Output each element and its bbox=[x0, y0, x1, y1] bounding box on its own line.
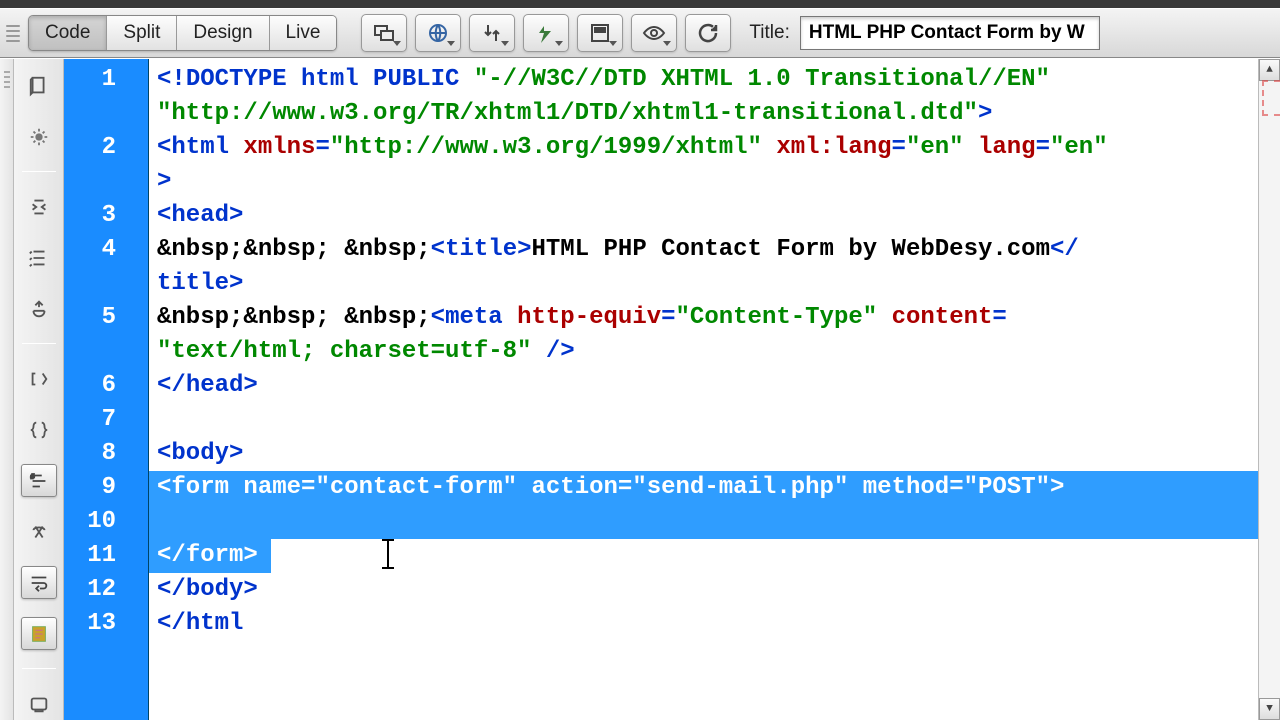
line-number: 8 bbox=[64, 437, 148, 471]
line-number: 5 bbox=[64, 301, 148, 369]
syntax-error-alerts-icon[interactable] bbox=[21, 515, 57, 548]
window-titlebar bbox=[0, 0, 1280, 8]
code-line[interactable]: &nbsp;&nbsp; &nbsp;<title>HTML PHP Conta… bbox=[157, 233, 1258, 301]
open-documents-icon[interactable] bbox=[21, 69, 57, 102]
side-gripper[interactable] bbox=[0, 59, 14, 720]
w3c-validate-icon[interactable] bbox=[523, 14, 569, 52]
line-number: 11 bbox=[64, 539, 148, 573]
line-number: 1 bbox=[64, 63, 148, 131]
code-line[interactable]: <body> bbox=[157, 437, 1258, 471]
code-line[interactable]: </html bbox=[157, 607, 1258, 641]
line-number: 3 bbox=[64, 199, 148, 233]
view-live-button[interactable]: Live bbox=[270, 16, 337, 50]
text-cursor bbox=[387, 539, 389, 569]
line-number: 4 bbox=[64, 233, 148, 301]
visual-aids-icon[interactable] bbox=[631, 14, 677, 52]
word-wrap-icon[interactable] bbox=[21, 566, 57, 599]
code-side-toolbar: # bbox=[14, 59, 64, 720]
view-mode-group: Code Split Design Live bbox=[28, 15, 337, 51]
check-page-icon[interactable] bbox=[577, 14, 623, 52]
code-line[interactable] bbox=[157, 403, 1258, 437]
code-line[interactable]: &nbsp;&nbsp; &nbsp;<meta http-equiv="Con… bbox=[157, 301, 1258, 369]
line-numbers-icon[interactable] bbox=[21, 413, 57, 446]
scroll-down-icon[interactable]: ▼ bbox=[1259, 698, 1280, 720]
line-number: 7 bbox=[64, 403, 148, 437]
document-title-input[interactable] bbox=[800, 16, 1100, 50]
selection-highlight: <form name="contact-form" action="send-m… bbox=[149, 471, 1258, 539]
apply-source-formatting-icon[interactable] bbox=[21, 617, 57, 650]
code-editor[interactable]: 1 2 3 4 5 6 7 8 9 10 11 12 13 <!DOCTYPE … bbox=[64, 59, 1280, 720]
scroll-track[interactable] bbox=[1259, 81, 1280, 698]
line-number: 13 bbox=[64, 607, 148, 641]
line-number: 10 bbox=[64, 505, 148, 539]
selection-highlight: </form> bbox=[149, 539, 271, 573]
highlight-invalid-code-icon[interactable]: # bbox=[21, 464, 57, 497]
code-line[interactable]: </head> bbox=[157, 369, 1258, 403]
code-line[interactable]: </body> bbox=[157, 573, 1258, 607]
code-text-area[interactable]: <!DOCTYPE html PUBLIC "-//W3C//DTD XHTML… bbox=[149, 59, 1258, 720]
multiscreen-icon[interactable] bbox=[361, 14, 407, 52]
expand-all-icon[interactable] bbox=[21, 241, 57, 274]
balance-braces-icon[interactable] bbox=[21, 362, 57, 395]
editor-main: # 1 2 3 4 5 6 7 8 9 10 11 12 13 bbox=[0, 58, 1280, 720]
file-management-icon[interactable] bbox=[469, 14, 515, 52]
scroll-up-icon[interactable]: ▲ bbox=[1259, 59, 1280, 81]
view-split-button[interactable]: Split bbox=[107, 16, 177, 50]
vertical-scrollbar[interactable]: ▲ ▼ bbox=[1258, 59, 1280, 720]
line-number-gutter: 1 2 3 4 5 6 7 8 9 10 11 12 13 bbox=[64, 59, 149, 720]
show-code-navigator-icon[interactable] bbox=[21, 120, 57, 153]
code-line[interactable]: <!DOCTYPE html PUBLIC "-//W3C//DTD XHTML… bbox=[157, 63, 1258, 131]
view-code-button[interactable]: Code bbox=[29, 16, 107, 50]
toolbar-gripper[interactable] bbox=[6, 15, 20, 51]
title-label: Title: bbox=[749, 22, 789, 44]
line-number: 2 bbox=[64, 131, 148, 199]
line-number: 12 bbox=[64, 573, 148, 607]
truncated-edge-indicator bbox=[1262, 80, 1280, 116]
select-parent-tag-icon[interactable] bbox=[21, 292, 57, 325]
code-hint-tools-icon[interactable] bbox=[21, 687, 57, 720]
line-number: 6 bbox=[64, 369, 148, 403]
view-design-button[interactable]: Design bbox=[177, 16, 269, 50]
preview-browser-icon[interactable] bbox=[415, 14, 461, 52]
document-toolbar: Code Split Design Live Title: bbox=[0, 8, 1280, 58]
line-number: 9 bbox=[64, 471, 148, 505]
code-line[interactable]: <head> bbox=[157, 199, 1258, 233]
collapse-full-tag-icon[interactable] bbox=[21, 190, 57, 223]
refresh-icon[interactable] bbox=[685, 14, 731, 52]
svg-text:#: # bbox=[30, 473, 34, 480]
code-line[interactable]: <html xmlns="http://www.w3.org/1999/xhtm… bbox=[157, 131, 1258, 199]
